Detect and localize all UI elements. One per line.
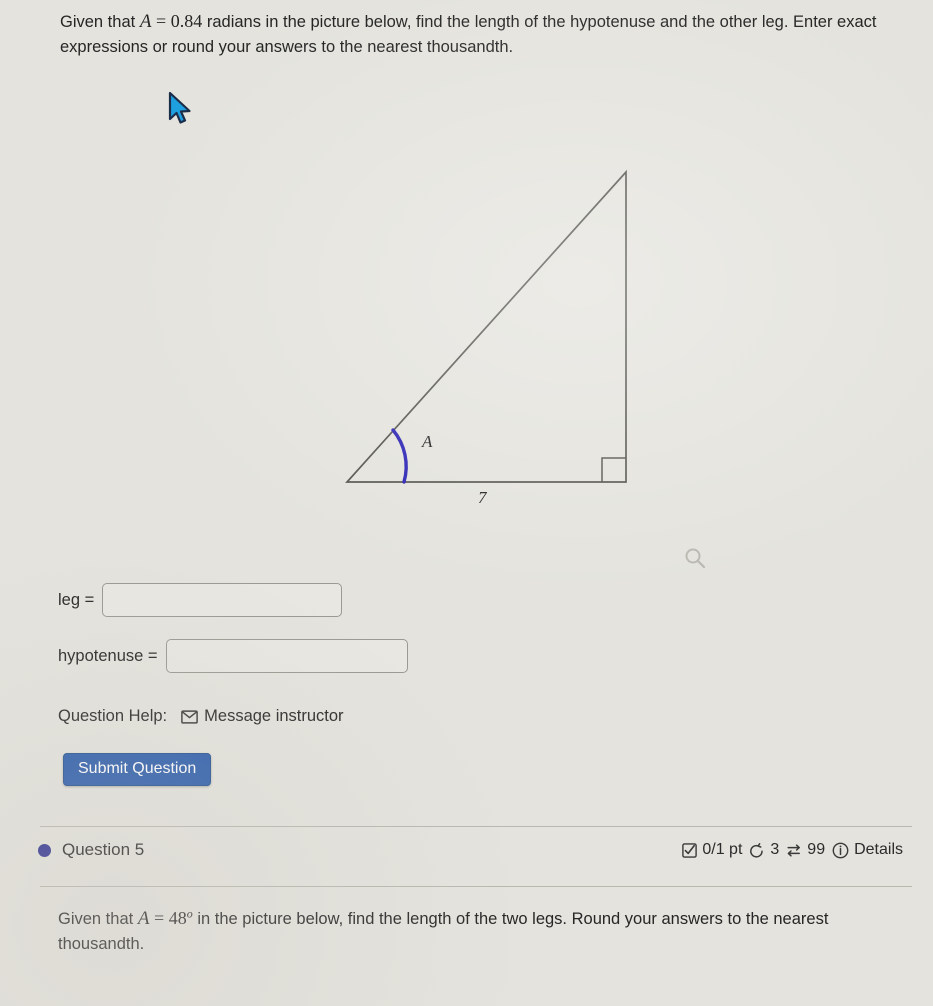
hypotenuse-input[interactable] — [165, 639, 408, 673]
next-question-prompt: Given that A = 48o in the picture below,… — [58, 905, 908, 956]
hypotenuse-answer-row: hypotenuse = — [58, 639, 408, 673]
next-prompt-lead: Given that — [58, 910, 134, 928]
prompt-variable: A — [139, 11, 152, 32]
divider-above-question — [40, 826, 912, 827]
envelope-icon — [181, 709, 199, 724]
question-status-bullet — [38, 843, 51, 857]
triangle-outline — [345, 169, 627, 483]
question-bar-meta: 0/1 pt 3 99 Details — [682, 841, 903, 859]
magnifier-icon — [684, 547, 706, 569]
details-label: Details — [854, 841, 903, 858]
angle-label-A: A — [422, 432, 433, 451]
details-link[interactable]: Details — [832, 841, 903, 859]
score-meta: 0/1 pt — [682, 841, 742, 859]
submit-question-button[interactable]: Submit Question — [63, 753, 212, 786]
attempts-value: 3 — [770, 841, 780, 858]
swap-arrows-icon — [786, 843, 802, 858]
next-prompt-equals: = — [154, 908, 165, 928]
triangle-figure: A 7 — [330, 160, 650, 530]
angle-arc — [391, 428, 408, 484]
question-title: Question 5 — [62, 840, 145, 859]
next-prompt-value: 48 — [168, 908, 187, 928]
question-prompt: Given that A = 0.84 radians in the pictu… — [60, 8, 900, 59]
question-help-row: Question Help: Message instructor — [58, 707, 344, 726]
divider-below-question — [40, 886, 912, 887]
hypotenuse-label: hypotenuse = — [58, 646, 158, 665]
checkbox-icon — [682, 842, 698, 858]
prompt-lead: Given that — [60, 13, 136, 31]
leg-answer-row: leg = — [58, 583, 343, 617]
leg-label: leg = — [58, 590, 95, 609]
base-length-label: 7 — [478, 488, 487, 507]
mouse-pointer-icon — [168, 92, 194, 128]
score-value: 0/1 pt — [702, 841, 743, 858]
message-instructor-link[interactable]: Message instructor — [181, 707, 344, 726]
next-prompt-variable: A — [137, 908, 150, 929]
leg-input[interactable] — [102, 583, 343, 617]
prompt-value: 0.84 — [170, 11, 203, 31]
message-instructor-label: Message instructor — [204, 707, 344, 725]
views-value: 99 — [807, 841, 826, 858]
prompt-equals: = — [156, 11, 167, 31]
right-angle-marker — [601, 457, 626, 482]
attempts-meta: 3 — [749, 841, 779, 859]
question-help-label: Question Help: — [58, 707, 168, 725]
question-bar-left: Question 5 — [38, 840, 144, 860]
views-meta: 99 — [786, 841, 825, 859]
retry-arrow-icon — [749, 842, 765, 858]
next-prompt-degree: o — [186, 906, 193, 921]
triangle-svg — [345, 169, 627, 484]
question-bar: Question 5 0/1 pt 3 99 Details — [0, 840, 933, 872]
info-circle-icon — [832, 842, 849, 859]
